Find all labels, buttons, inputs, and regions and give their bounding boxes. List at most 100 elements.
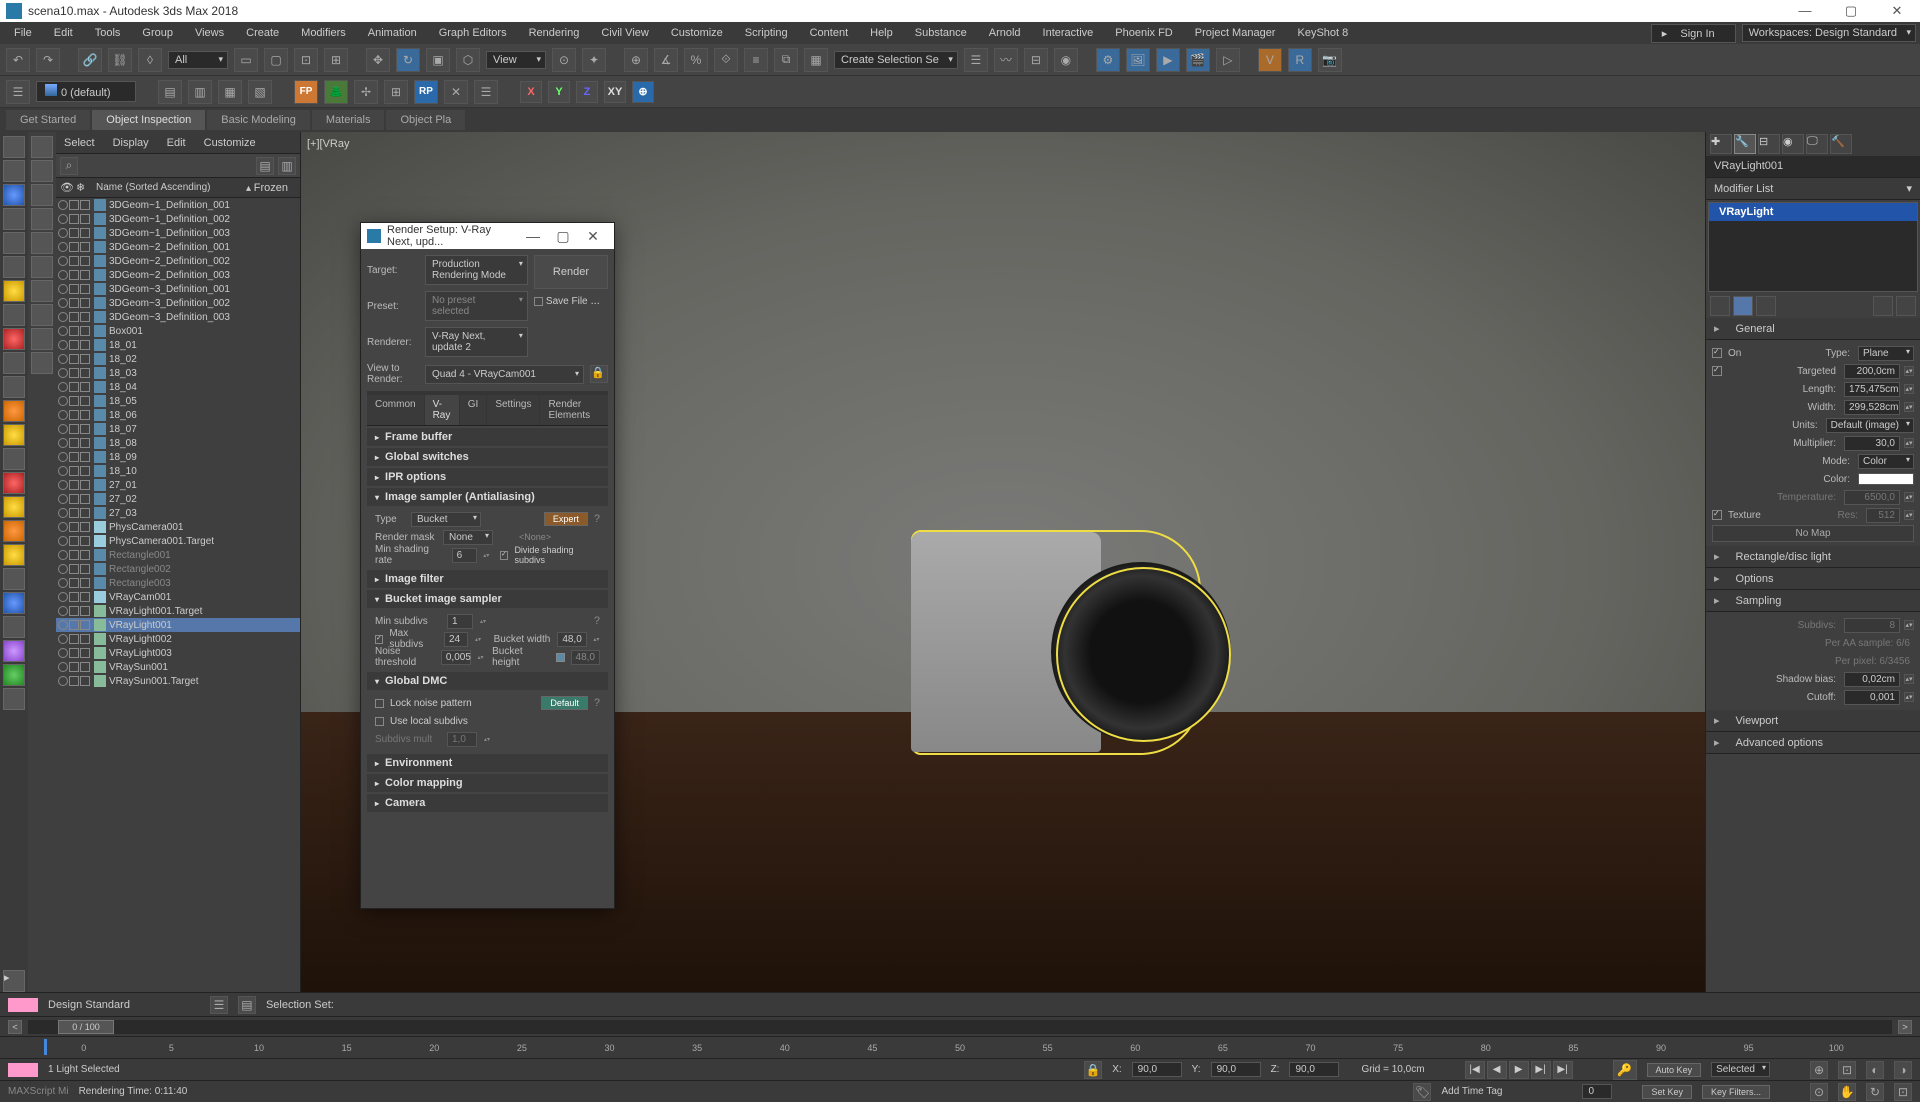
rollout-rectlight[interactable]: ▸Rectangle/disc light [1706,546,1920,568]
setkey-button[interactable]: Set Key [1642,1085,1692,1099]
menu-customize[interactable]: Customize [661,25,733,41]
dialog-titlebar[interactable]: Render Setup: V-Ray Next, upd... — ▢ ✕ [361,223,614,249]
tab-settings[interactable]: Settings [487,395,539,425]
targeted-value[interactable]: 200,0cm [1844,364,1900,379]
x-value[interactable]: 90,0 [1132,1062,1182,1077]
freeze-icon[interactable] [69,466,79,476]
nav-2[interactable]: ⊡ [1838,1061,1856,1079]
col3-icon[interactable] [80,200,90,210]
on-checkbox[interactable] [1712,348,1722,358]
scene-menu-customize[interactable]: Customize [204,137,256,149]
placement-button[interactable]: ⬡ [456,48,480,72]
vray-button[interactable]: V [1258,48,1282,72]
scene-tool-2[interactable] [31,160,53,182]
visibility-icon[interactable] [58,536,68,546]
align-button[interactable]: ≡ [744,48,768,72]
scene-row[interactable]: 3DGeom~2_Definition_001 [56,240,300,254]
nav-7[interactable]: ↻ [1866,1083,1884,1101]
visibility-icon[interactable] [58,424,68,434]
scene-row[interactable]: 18_02 [56,352,300,366]
local-subdivs-checkbox[interactable] [375,717,384,726]
type-dropdown[interactable]: Plane [1858,346,1914,361]
prev-frame-button[interactable]: ◀ [1487,1061,1507,1079]
scene-row[interactable]: 3DGeom~1_Definition_003 [56,226,300,240]
nav-1[interactable]: ⊕ [1810,1061,1828,1079]
visibility-icon[interactable] [58,312,68,322]
visibility-icon[interactable] [58,410,68,420]
utilities-tab[interactable]: 🔨 [1830,134,1852,154]
visibility-icon[interactable] [58,564,68,574]
menu-projectmanager[interactable]: Project Manager [1185,25,1286,41]
scene-row[interactable]: VRayLight001 [56,618,300,632]
rollout-sampling[interactable]: ▸Sampling [1706,590,1920,612]
col3-icon[interactable] [80,522,90,532]
rollout-viewport[interactable]: ▸Viewport [1706,710,1920,732]
render-button[interactable]: 🎬 [1186,48,1210,72]
tool-icon-4[interactable] [3,376,25,398]
configure-button[interactable] [1896,296,1916,316]
freeze-icon[interactable] [69,354,79,364]
key-mode-button[interactable]: 🔑 [1613,1060,1637,1080]
freeze-icon[interactable] [69,228,79,238]
col3-icon[interactable] [80,410,90,420]
visibility-icon[interactable] [58,200,68,210]
visibility-icon[interactable] [58,466,68,476]
width-value[interactable]: 299,528cm [1844,400,1900,415]
tool-3[interactable]: ✕ [444,80,468,104]
rollout-imagefilter[interactable]: ▸Image filter [367,570,608,588]
layer-tool-2[interactable]: ▥ [188,80,212,104]
selection-set-icon2[interactable]: ▤ [238,996,256,1014]
visibility-icon[interactable] [58,326,68,336]
freeze-icon[interactable] [69,284,79,294]
col-freeze-icon[interactable]: ❄ [76,181,90,195]
scene-row[interactable]: 18_06 [56,408,300,422]
slider-prev-button[interactable]: < [8,1020,22,1034]
visibility-icon[interactable] [58,676,68,686]
material-editor-button[interactable]: ◉ [1054,48,1078,72]
col3-icon[interactable] [80,480,90,490]
scene-row[interactable]: PhysCamera001.Target [56,534,300,548]
menu-animation[interactable]: Animation [358,25,427,41]
visibility-icon[interactable] [58,494,68,504]
array-button[interactable]: ▦ [804,48,828,72]
visibility-icon[interactable] [58,396,68,406]
dmc-help-icon[interactable]: ? [594,697,600,709]
maxsub-checkbox[interactable] [375,635,383,644]
col3-icon[interactable] [80,396,90,406]
col3-icon[interactable] [80,284,90,294]
scene-row[interactable]: 27_01 [56,478,300,492]
visibility-icon[interactable] [58,522,68,532]
maximize-button[interactable]: ▢ [1834,0,1868,22]
tool-icon-2[interactable] [3,328,25,350]
schematic-view-button[interactable]: ⊟ [1024,48,1048,72]
units-dropdown[interactable]: Default (image) [1826,418,1914,433]
camera-button[interactable]: 📷 [1318,48,1342,72]
menu-grapheditors[interactable]: Graph Editors [429,25,517,41]
scene-sort-button[interactable]: ▥ [278,157,296,175]
select-crossing-button[interactable]: ⊞ [324,48,348,72]
axis-xyz-button[interactable]: ⊕ [632,81,654,103]
rollout-camera[interactable]: ▸Camera [367,794,608,812]
freeze-icon[interactable] [69,620,79,630]
tool-icon-5[interactable] [3,400,25,422]
menu-rendering[interactable]: Rendering [519,25,590,41]
scene-row[interactable]: Rectangle002 [56,562,300,576]
tool-icon-9[interactable] [3,496,25,518]
scene-row[interactable]: 18_09 [56,450,300,464]
cutoff-spinner[interactable]: ▴▾ [1904,692,1914,702]
tool-icon-7[interactable] [3,448,25,470]
scene-row[interactable]: 3DGeom~3_Definition_001 [56,282,300,296]
freeze-icon[interactable] [69,312,79,322]
render-last-button[interactable]: ▷ [1216,48,1240,72]
targeted-spinner[interactable]: ▴▾ [1904,366,1914,376]
savefile-browse[interactable]: ... [591,295,600,307]
freeze-icon[interactable] [69,396,79,406]
tree-button[interactable]: 🌲 [324,80,348,104]
tab-renderelements[interactable]: Render Elements [540,395,608,425]
rollout-advanced[interactable]: ▸Advanced options [1706,732,1920,754]
modifier-stack[interactable]: VRayLight [1708,202,1918,292]
scene-row[interactable]: 18_03 [56,366,300,380]
angle-snap-button[interactable]: ∡ [654,48,678,72]
maxscript-label[interactable]: MAXScript Mi [8,1086,69,1097]
freeze-icon[interactable] [69,298,79,308]
